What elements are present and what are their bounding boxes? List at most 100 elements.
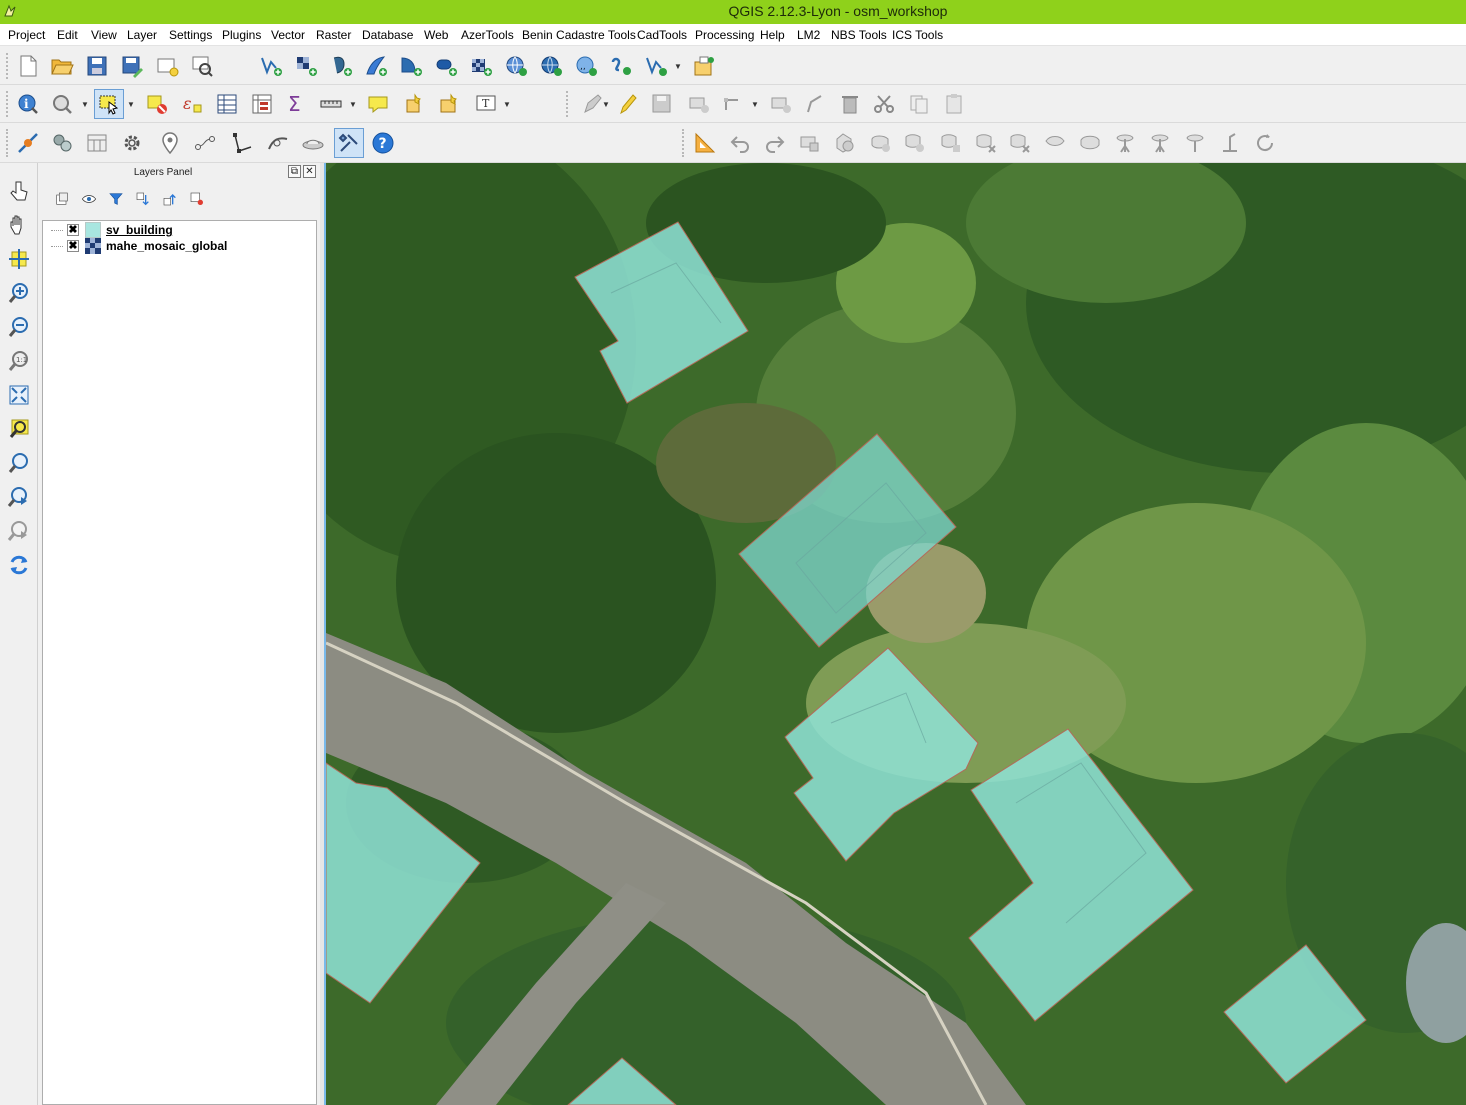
move-feature-icon[interactable] bbox=[767, 90, 795, 118]
simplify-feature-icon[interactable] bbox=[831, 129, 859, 157]
attribute-table-icon[interactable] bbox=[213, 90, 241, 118]
menu-vector[interactable]: Vector bbox=[271, 28, 305, 42]
offset-curve-icon[interactable] bbox=[1076, 129, 1104, 157]
new-shapefile-icon[interactable] bbox=[607, 52, 635, 80]
add-delimited-text-icon[interactable]: ,, bbox=[572, 52, 600, 80]
save-as-icon[interactable] bbox=[118, 52, 146, 80]
save-project-icon[interactable] bbox=[83, 52, 111, 80]
identify-icon[interactable]: i bbox=[14, 90, 42, 118]
menu-plugins[interactable]: Plugins bbox=[222, 28, 261, 42]
map-canvas[interactable] bbox=[324, 163, 1466, 1105]
merge-features-icon[interactable] bbox=[1181, 129, 1209, 157]
menu-view[interactable]: View bbox=[91, 28, 117, 42]
toolbar-handle[interactable] bbox=[566, 91, 570, 117]
node-tool-dropdown[interactable]: ▼ bbox=[750, 90, 760, 118]
menu-cadtools[interactable]: CadTools bbox=[637, 28, 687, 42]
new-project-icon[interactable] bbox=[14, 52, 42, 80]
menu-benin-cadastre-tools[interactable]: Benin Cadastre Tools bbox=[522, 28, 636, 42]
rotate-feature-icon[interactable] bbox=[796, 129, 824, 157]
georeferencer-icon[interactable] bbox=[156, 129, 184, 157]
text-annotation-icon[interactable]: T bbox=[472, 90, 500, 118]
show-bookmarks-icon[interactable] bbox=[435, 90, 463, 118]
pan-to-selection-icon[interactable] bbox=[5, 245, 33, 273]
menu-azertools[interactable]: AzerTools bbox=[461, 28, 514, 42]
zoom-out-icon[interactable] bbox=[5, 313, 33, 341]
annotation-dropdown[interactable]: ▼ bbox=[502, 90, 512, 118]
add-ring-icon[interactable] bbox=[867, 129, 895, 157]
redo-icon[interactable] bbox=[761, 129, 789, 157]
delete-ring-icon[interactable] bbox=[972, 129, 1000, 157]
deselect-icon[interactable] bbox=[143, 90, 171, 118]
add-raster-layer-icon[interactable] bbox=[292, 52, 320, 80]
zoom-full-icon[interactable] bbox=[5, 381, 33, 409]
filter-legend-icon[interactable] bbox=[105, 188, 127, 210]
select-features-icon[interactable] bbox=[94, 89, 124, 119]
fill-ring-icon[interactable] bbox=[937, 129, 965, 157]
layer-item-mahe-mosaic-global[interactable]: ✖ mahe_mosaic_global bbox=[51, 238, 311, 254]
panel-close-button[interactable]: ✕ bbox=[303, 165, 316, 178]
rotate-point-symbols-icon[interactable] bbox=[1251, 129, 1279, 157]
toolbar-handle[interactable] bbox=[6, 91, 10, 117]
menu-help[interactable]: Help bbox=[760, 28, 785, 42]
zoom-to-layer-icon[interactable] bbox=[5, 449, 33, 477]
globe-icon[interactable] bbox=[299, 129, 327, 157]
save-edits-icon[interactable] bbox=[648, 90, 676, 118]
menu-nbs-tools[interactable]: NBS Tools bbox=[831, 28, 887, 42]
menu-processing[interactable]: Processing bbox=[695, 28, 754, 42]
add-wfs-layer-icon[interactable] bbox=[537, 52, 565, 80]
layer-visibility-checkbox[interactable]: ✖ bbox=[67, 240, 79, 252]
reshape-features-icon[interactable] bbox=[1041, 129, 1069, 157]
menu-raster[interactable]: Raster bbox=[316, 28, 351, 42]
processing-commander-icon[interactable] bbox=[48, 129, 76, 157]
touch-zoom-icon[interactable] bbox=[5, 177, 33, 205]
add-virtual-layer-dropdown[interactable]: ▼ bbox=[673, 52, 683, 80]
new-print-composer-icon[interactable] bbox=[153, 52, 181, 80]
delete-selected-icon[interactable] bbox=[801, 90, 829, 118]
menu-edit[interactable]: Edit bbox=[57, 28, 78, 42]
add-feature-icon[interactable] bbox=[685, 90, 713, 118]
pan-dropdown[interactable]: ▼ bbox=[80, 90, 90, 118]
zoom-in-icon[interactable] bbox=[5, 279, 33, 307]
remove-layer-icon[interactable] bbox=[186, 188, 208, 210]
manage-visibility-icon[interactable] bbox=[78, 188, 100, 210]
add-group-icon[interactable] bbox=[51, 188, 73, 210]
node-tool-icon[interactable] bbox=[720, 90, 748, 118]
toolbar-handle[interactable] bbox=[682, 129, 686, 157]
layer-item-sv-building[interactable]: ✖ sv_building bbox=[51, 222, 311, 238]
openlayers-icon[interactable] bbox=[14, 129, 42, 157]
trash-icon[interactable] bbox=[836, 90, 864, 118]
pan-to-selection-icon[interactable] bbox=[48, 90, 76, 118]
map-tips-icon[interactable] bbox=[364, 90, 392, 118]
open-project-icon[interactable] bbox=[48, 52, 76, 80]
cad-digitizing-icon[interactable] bbox=[691, 129, 719, 157]
current-edits-dropdown[interactable]: ▼ bbox=[601, 90, 611, 118]
vertex-tool-icon[interactable] bbox=[229, 129, 257, 157]
copy-features-icon[interactable] bbox=[905, 90, 933, 118]
field-calculator-icon[interactable] bbox=[248, 90, 276, 118]
split-parts-icon[interactable] bbox=[1146, 129, 1174, 157]
paste-features-icon[interactable] bbox=[940, 90, 968, 118]
pan-map-icon[interactable] bbox=[5, 211, 33, 239]
menu-ics-tools[interactable]: ICS Tools bbox=[892, 28, 943, 42]
help-icon[interactable]: ? bbox=[369, 129, 397, 157]
cadtools-icon[interactable] bbox=[264, 129, 292, 157]
add-part-icon[interactable] bbox=[901, 129, 929, 157]
zoom-native-icon[interactable]: 1:1 bbox=[5, 347, 33, 375]
menu-layer[interactable]: Layer bbox=[127, 28, 157, 42]
settings-gear-icon[interactable] bbox=[118, 129, 146, 157]
merge-attributes-icon[interactable] bbox=[1216, 129, 1244, 157]
undo-icon[interactable] bbox=[726, 129, 754, 157]
add-wcs-layer-icon[interactable] bbox=[502, 52, 530, 80]
add-oracle-layer-icon[interactable] bbox=[432, 52, 460, 80]
toolbox-icon[interactable] bbox=[83, 129, 111, 157]
panel-float-button[interactable]: ⧉ bbox=[288, 165, 301, 178]
menu-lm2[interactable]: LM2 bbox=[797, 28, 820, 42]
toggle-editing-icon[interactable] bbox=[614, 90, 642, 118]
cut-features-icon[interactable] bbox=[870, 90, 898, 118]
menu-settings[interactable]: Settings bbox=[169, 28, 212, 42]
routing-icon[interactable] bbox=[191, 129, 219, 157]
measure-dropdown[interactable]: ▼ bbox=[348, 90, 358, 118]
delete-part-icon[interactable] bbox=[1006, 129, 1034, 157]
add-mssql-layer-icon[interactable] bbox=[397, 52, 425, 80]
statistical-summary-icon[interactable]: Σ bbox=[282, 90, 310, 118]
